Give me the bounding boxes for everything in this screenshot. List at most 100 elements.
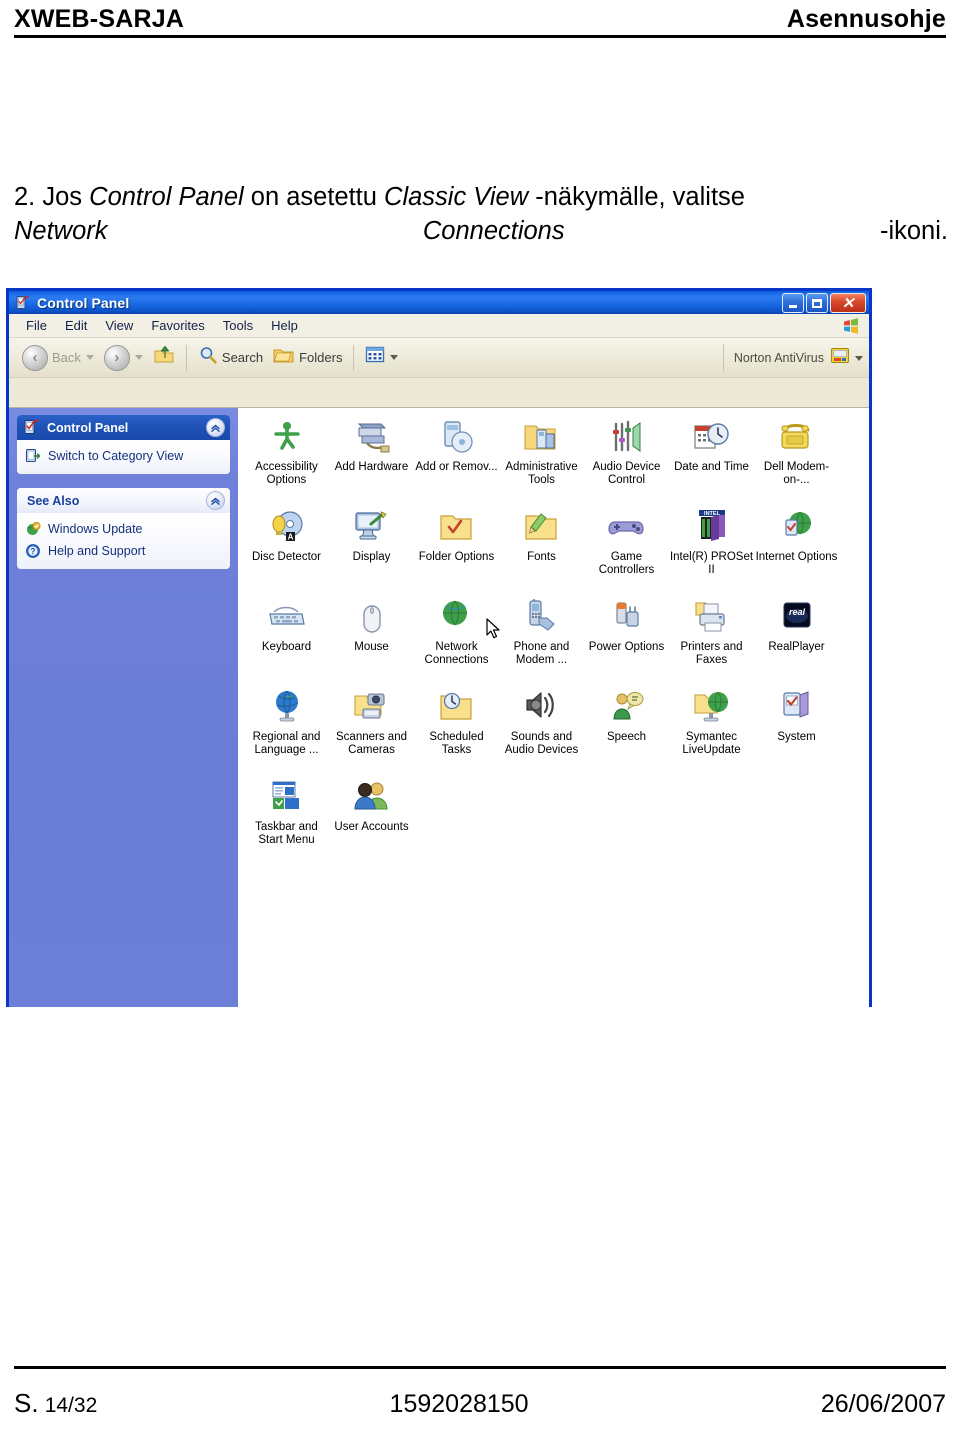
menu-item-view[interactable]: View (96, 316, 142, 335)
icon-sounds-and-audio-devices[interactable]: Sounds and Audio Devices (499, 684, 584, 774)
menu-item-favorites[interactable]: Favorites (142, 316, 213, 335)
icon-caption: Fonts (527, 551, 556, 563)
icon-add-or-remove-programs[interactable]: Add or Remov... (414, 414, 499, 504)
address-bar[interactable] (9, 378, 869, 408)
back-button[interactable]: ‹ Back (17, 341, 99, 375)
folders-label: Folders (299, 350, 343, 365)
icon-internet-options[interactable]: Internet Options (754, 504, 839, 594)
icon-caption: Display (352, 551, 391, 563)
icon-scheduled-tasks[interactable]: Scheduled Tasks (414, 684, 499, 774)
icon-keyboard[interactable]: Keyboard (244, 594, 329, 684)
add-remove-programs-icon (436, 418, 478, 458)
icon-add-hardware[interactable]: Add Hardware (329, 414, 414, 504)
mouse-icon (351, 598, 393, 638)
icon-display[interactable]: Display (329, 504, 414, 594)
icon-realplayer[interactable]: real RealPlayer (754, 594, 839, 684)
menu-item-tools[interactable]: Tools (214, 316, 262, 335)
norton-antivirus-button[interactable]: Norton AntiVirus (722, 338, 863, 378)
dell-modem-icon (776, 418, 818, 458)
icon-dell-modem[interactable]: Dell Modem-on-... (754, 414, 839, 504)
icon-caption: Keyboard (261, 641, 312, 653)
icon-game-controllers[interactable]: Game Controllers (584, 504, 669, 594)
instruction-paragraph: 2. Jos Control Panel on asetettu Classic… (14, 180, 948, 248)
power-options-icon (606, 598, 648, 638)
icon-power-options[interactable]: Power Options (584, 594, 669, 684)
up-button[interactable] (148, 341, 180, 375)
icon-network-connections[interactable]: Network Connections (414, 594, 500, 684)
search-button[interactable]: Search (193, 341, 268, 375)
icon-symantec-liveupdate[interactable]: Symantec LiveUpdate (669, 684, 754, 774)
icon-taskbar-and-start-menu[interactable]: Taskbar and Start Menu (244, 774, 329, 864)
folder-options-icon (436, 508, 478, 548)
icon-audio-device-control[interactable]: Audio Device Control (584, 414, 669, 504)
menu-item-edit[interactable]: Edit (56, 316, 96, 335)
back-dropdown-caret-icon[interactable] (85, 355, 94, 360)
sidebar-item-switch-to-category-view[interactable]: Switch to Category View (23, 445, 224, 467)
minimize-button[interactable] (782, 293, 804, 313)
page-prefix: S. (14, 1388, 39, 1418)
close-button[interactable]: ✕ (830, 293, 866, 313)
footer-divider (14, 1366, 946, 1369)
icon-caption: Audio Device Control (592, 461, 661, 486)
maximize-button[interactable] (806, 293, 828, 313)
icon-phone-and-modem[interactable]: Phone and Modem ... (499, 594, 584, 684)
icon-regional-and-language[interactable]: Regional and Language ... (244, 684, 329, 774)
views-button[interactable] (360, 341, 403, 375)
icon-row-4: Regional and Language ... Scanners and C… (244, 684, 869, 774)
page-number: S. 14/32 (14, 1388, 97, 1419)
chevron-up-icon[interactable] (206, 491, 225, 510)
icon-fonts[interactable]: Fonts (499, 504, 584, 594)
help-support-icon: ? (25, 543, 41, 559)
norton-dropdown-caret-icon[interactable] (855, 355, 863, 361)
folders-button[interactable]: Folders (268, 341, 347, 375)
regional-language-icon (266, 688, 308, 728)
display-icon (351, 508, 393, 548)
scheduled-tasks-icon (436, 688, 478, 728)
icon-row-3: Keyboard Mouse Network Connections Phone… (244, 594, 869, 684)
forward-button[interactable]: › (99, 341, 148, 375)
window-title-bar: Control Panel ✕ (9, 288, 869, 314)
icon-speech[interactable]: Speech (584, 684, 669, 774)
icon-user-accounts[interactable]: User Accounts (329, 774, 414, 864)
icon-folder-options[interactable]: Folder Options (414, 504, 499, 594)
icon-caption: Administrative Tools (505, 461, 578, 486)
sidebar-item-help-and-support[interactable]: ? Help and Support (23, 540, 224, 562)
icon-caption: Symantec LiveUpdate (682, 731, 741, 756)
icon-disc-detector[interactable]: A Disc Detector (244, 504, 329, 594)
realplayer-icon: real (776, 598, 818, 638)
header-right-title: Asennusohje (786, 5, 946, 33)
phone-modem-icon (521, 598, 563, 638)
icon-mouse[interactable]: Mouse (329, 594, 414, 684)
window-title-text: Control Panel (37, 294, 130, 311)
keyboard-icon (266, 598, 308, 638)
date-time-icon (691, 418, 733, 458)
menu-item-file[interactable]: File (17, 316, 56, 335)
step-number: 2. (14, 183, 36, 211)
icon-row-2: A Disc Detector Display Folder Options F… (244, 504, 869, 594)
views-dropdown-caret-icon[interactable] (390, 355, 399, 360)
forward-dropdown-caret-icon[interactable] (134, 355, 143, 360)
icon-printers-and-faxes[interactable]: Printers and Faxes (669, 594, 754, 684)
menu-item-help[interactable]: Help (262, 316, 307, 335)
icon-intel-proset[interactable]: INTEL Intel(R) PROSet II (669, 504, 754, 594)
icon-accessibility-options[interactable]: Accessibility Options (244, 414, 329, 504)
line2-emphasis-connections: Connections (422, 217, 565, 245)
chevron-up-icon[interactable] (206, 418, 225, 437)
icon-date-and-time[interactable]: Date and Time (669, 414, 754, 504)
paragraph-line-2: Network Connections -ikoni. (14, 214, 948, 248)
line1-text-c: on asetettu (250, 183, 377, 211)
paragraph-line-1: 2. Jos Control Panel on asetettu Classic… (14, 180, 948, 214)
icon-caption: Scheduled Tasks (429, 731, 484, 756)
forward-arrow-icon: › (103, 344, 130, 371)
icon-caption: Mouse (354, 641, 389, 653)
back-arrow-icon: ‹ (22, 344, 48, 371)
icon-caption: RealPlayer (768, 641, 825, 653)
control-panel-window-screenshot: Control Panel ✕ File Edit View Favorites… (6, 288, 872, 1007)
line2-emphasis-network: Network (14, 217, 108, 245)
icon-administrative-tools[interactable]: Administrative Tools (499, 414, 584, 504)
icon-caption: Speech (606, 731, 646, 743)
game-controllers-icon (606, 508, 648, 548)
sidebar-item-windows-update[interactable]: Windows Update (23, 518, 224, 540)
icon-scanners-and-cameras[interactable]: Scanners and Cameras (329, 684, 414, 774)
icon-system[interactable]: System (754, 684, 839, 774)
